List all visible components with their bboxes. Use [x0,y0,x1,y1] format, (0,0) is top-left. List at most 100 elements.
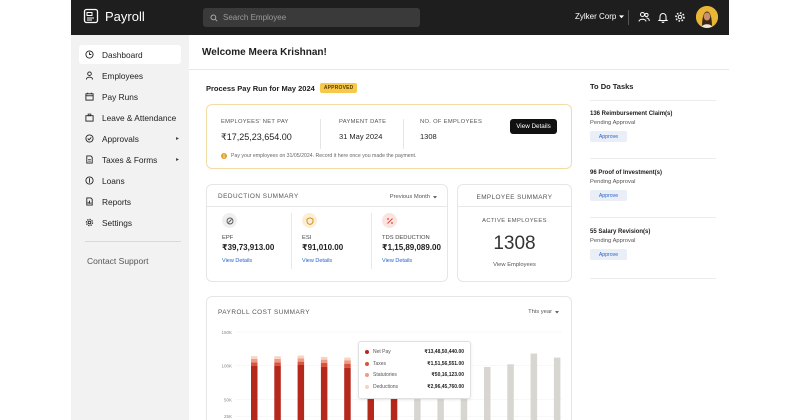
bar-segment[interactable] [251,356,258,359]
y-tick-label: 100K [221,364,232,369]
search-input[interactable] [223,13,403,22]
bar-segment[interactable] [274,356,281,359]
bar-segment[interactable] [344,357,351,361]
bar-segment[interactable] [320,367,328,420]
top-bar: Payroll Zylker Corp [71,0,729,35]
org-name: Zylker Corp [575,12,617,21]
bar-segment[interactable] [251,358,258,363]
payment-date-label: PAYMENT DATE [339,119,387,125]
tooltip-value: ₹13,48,50,440.00 [424,348,464,355]
bar-segment[interactable] [297,361,305,365]
period-value: Previous Month [389,194,430,200]
y-tick-label: 50K [224,397,232,402]
payrun-heading: Process Pay Run for May 2024 APPROVED [206,83,358,93]
sidebar-item-pay-runs[interactable]: Pay Runs [79,87,181,106]
sidebar-item-dashboard[interactable]: Dashboard [79,45,181,64]
briefcase-icon [85,113,94,122]
bar-segment[interactable] [320,356,328,360]
view-details-link[interactable]: View Details [222,258,292,264]
bar-segment[interactable] [297,358,305,362]
divider [371,213,372,269]
app-title: Payroll [105,8,145,24]
bar-segment[interactable] [274,358,281,363]
tooltip-row: Taxes ₹1,51,56,551.00 [365,358,464,370]
org-switcher[interactable]: Zylker Corp [575,12,625,21]
avatar[interactable] [696,6,718,28]
payment-note-text: Pay your employees on 31/05/2024. Record… [231,153,417,159]
contact-support-link[interactable]: Contact Support [87,256,148,266]
sidebar-item-taxes-forms[interactable]: Taxes & Forms ▸ [79,150,181,169]
sidebar-item-settings[interactable]: Settings [79,213,181,232]
sidebar-item-label: Taxes & Forms [102,154,158,165]
deduction-value: ₹1,15,89,089.00 [382,243,441,252]
bar-segment[interactable] [297,364,305,420]
active-employees-count: 1308 [493,233,536,254]
divider [85,241,181,242]
tooltip-row: Deductions ₹2,96,45,760.00 [365,381,464,393]
view-employees-link[interactable]: View Employees [458,262,571,268]
sidebar-item-label: Reports [102,196,132,207]
employee-count-value: 1308 [420,132,437,141]
shield-icon [302,213,317,228]
bar-segment[interactable] [297,355,305,359]
bar-segment[interactable] [274,365,281,420]
tooltip-row: Statutories ₹50,16,123.00 [365,369,464,381]
legend-dot [365,349,369,354]
check-circle-icon [85,134,94,143]
view-details-link[interactable]: View Details [302,258,372,264]
bar-segment[interactable] [507,364,514,420]
view-details-button[interactable]: View Details [510,119,557,134]
sidebar-item-label: Employees [102,70,144,81]
bar-segment[interactable] [251,365,258,420]
period-dropdown[interactable]: Previous Month [390,194,437,200]
bar-segment[interactable] [344,363,351,368]
sidebar-item-reports[interactable]: Reports [79,192,181,211]
divider [320,119,321,149]
tooltip-label: Statutories [373,372,397,379]
bar-segment[interactable] [274,362,281,366]
settings-icon [85,218,94,227]
tooltip-value: ₹50,16,123.00 [431,372,464,379]
epf-icon [222,213,237,228]
bar-segment[interactable] [251,362,258,366]
bell-icon[interactable] [657,11,669,23]
approve-button[interactable]: Approve [590,131,627,142]
deduction-label: ESI [302,235,312,241]
bar-segment[interactable] [553,357,561,420]
tooltip-value: ₹1,51,56,551.00 [427,360,464,367]
approve-button[interactable]: Approve [590,249,627,260]
app-logo[interactable]: Payroll [83,8,145,24]
sidebar-item-label: Leave & Attendance [102,112,177,123]
tooltip-label: Taxes [373,360,387,367]
bar-segment[interactable] [530,353,538,420]
approve-button[interactable]: Approve [590,190,627,201]
tooltip-value: ₹2,96,45,760.00 [427,383,464,390]
employee-summary-title: EMPLOYEE SUMMARY [476,194,553,201]
divider [207,206,447,207]
sidebar-item-employees[interactable]: Employees [79,66,181,85]
gear-icon[interactable] [674,11,686,23]
tooltip-row: Net Pay ₹13,48,50,440.00 [365,346,464,358]
chart-icon [86,197,93,206]
chevron-down-icon [433,195,437,198]
sidebar-item-label: Dashboard [102,49,143,60]
payment-date-block: PAYMENT DATE 31 May 2024 [339,119,386,141]
percent-icon [382,213,397,228]
sidebar-item-leave-attendance[interactable]: Leave & Attendance [79,108,181,127]
todo-name: 55 Salary Revision(s) [590,229,651,235]
bar-segment[interactable] [320,359,328,363]
bar-segment[interactable] [344,360,351,364]
bar-segment[interactable] [320,362,328,368]
users-icon[interactable] [638,11,650,23]
bar-segment[interactable] [344,367,351,420]
sidebar-item-loans[interactable]: Loans [79,171,181,190]
legend-dot [365,373,369,378]
todo-status: Pending Approval [590,120,636,126]
sidebar-item-approvals[interactable]: Approvals ▸ [79,129,181,148]
search-box[interactable] [203,8,420,27]
deduction-esi: ESI ₹91,010.00 View Details [302,213,372,273]
divider [403,119,404,149]
divider [458,206,571,207]
view-details-link[interactable]: View Details [382,258,452,264]
bar-segment[interactable] [484,367,491,420]
